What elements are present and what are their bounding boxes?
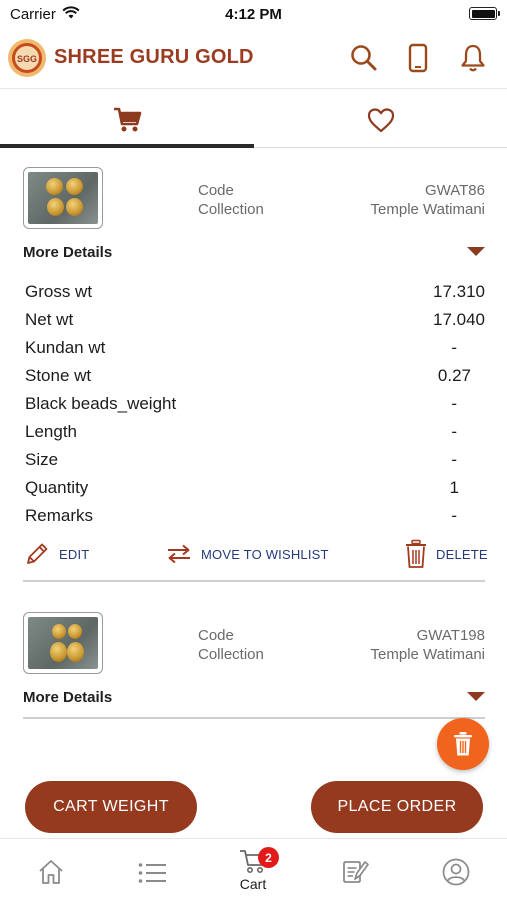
item-divider	[23, 717, 485, 719]
collection-value: Temple Watimani	[370, 201, 485, 218]
nav-cart-label: Cart	[239, 876, 267, 892]
pencil-icon	[27, 543, 48, 564]
detail-value: -	[451, 394, 457, 413]
chevron-down-icon[interactable]	[467, 247, 485, 256]
search-icon[interactable]	[348, 42, 380, 74]
place-order-button[interactable]: PLACE ORDER	[311, 781, 483, 833]
tab-cart[interactable]	[0, 89, 253, 151]
detail-value: 1	[449, 478, 459, 497]
home-icon	[39, 860, 63, 884]
more-details-toggle[interactable]: More Details	[23, 244, 112, 261]
cart-wishlist-tabs	[0, 88, 507, 150]
bottom-navigation: Cart 2	[0, 838, 507, 900]
detail-label: Length	[25, 422, 77, 441]
item-divider	[23, 580, 485, 582]
detail-row: Quantity 1	[25, 474, 485, 502]
code-value: GWAT86	[424, 182, 485, 199]
collection-label: Collection	[198, 201, 264, 218]
collection-value: Temple Watimani	[370, 646, 485, 663]
trash-icon	[406, 539, 426, 568]
detail-value: 17.310	[433, 282, 485, 301]
app-header: SGG SHREE GURU GOLD	[0, 32, 507, 88]
battery-icon	[469, 7, 500, 20]
move-to-wishlist-button[interactable]: MOVE TO WISHLIST	[165, 539, 329, 569]
chevron-down-icon[interactable]	[467, 692, 485, 701]
bell-icon[interactable]	[457, 42, 489, 74]
brand-name: SHREE GURU GOLD	[54, 46, 254, 68]
delete-all-fab[interactable]	[437, 718, 489, 770]
detail-label: Quantity	[25, 478, 89, 497]
move-to-wishlist-label: MOVE TO WISHLIST	[201, 546, 329, 562]
nav-profile[interactable]	[406, 845, 506, 897]
detail-value: 17.040	[433, 310, 485, 329]
cart-weight-button[interactable]: CART WEIGHT	[25, 781, 197, 833]
detail-value: -	[451, 450, 457, 469]
code-label: Code	[198, 627, 234, 644]
product-thumbnail[interactable]	[23, 167, 103, 229]
detail-row: Remarks -	[25, 502, 485, 530]
code-value: GWAT198	[416, 627, 485, 644]
collection-label: Collection	[198, 646, 264, 663]
detail-value: -	[451, 338, 457, 357]
detail-row: Net wt 17.040	[25, 306, 485, 334]
item-actions: EDIT MOVE TO WISHLIST DELETE	[23, 539, 488, 569]
detail-row: Black beads_weight -	[25, 390, 485, 418]
detail-label: Stone wt	[25, 366, 92, 385]
detail-label: Net wt	[25, 310, 74, 329]
cart-count-badge: 2	[258, 847, 279, 868]
product-image	[28, 172, 98, 224]
detail-value: -	[451, 422, 457, 441]
nav-cart[interactable]: Cart 2	[203, 845, 303, 897]
brand-logo[interactable]: SGG	[7, 38, 47, 78]
detail-label: Remarks	[25, 506, 94, 525]
profile-icon	[442, 858, 470, 886]
tab-wishlist[interactable]	[254, 89, 507, 151]
edit-button[interactable]: EDIT	[23, 539, 89, 569]
status-bar: Carrier 4:12 PM	[0, 0, 507, 30]
delete-button[interactable]: DELETE	[404, 539, 488, 569]
item-details: Gross wt 17.310 Net wt 17.040 Kundan wt …	[25, 278, 485, 530]
more-details-toggle[interactable]: More Details	[23, 689, 112, 706]
list-icon	[138, 863, 166, 883]
detail-label: Size	[25, 450, 59, 469]
detail-row: Kundan wt -	[25, 334, 485, 362]
detail-label: Gross wt	[25, 282, 93, 301]
product-thumbnail[interactable]	[23, 612, 103, 674]
nav-categories[interactable]	[102, 845, 202, 897]
delete-label: DELETE	[436, 546, 488, 562]
detail-row: Stone wt 0.27	[25, 362, 485, 390]
detail-row: Gross wt 17.310	[25, 278, 485, 306]
trash-icon	[454, 732, 472, 756]
clock: 4:12 PM	[225, 6, 282, 23]
detail-value: -	[451, 506, 457, 525]
nav-catalog[interactable]	[305, 845, 405, 897]
phone-icon[interactable]	[402, 42, 434, 74]
nav-home[interactable]	[1, 845, 101, 897]
detail-label: Black beads_weight	[25, 394, 177, 413]
catalog-icon	[343, 861, 369, 883]
cart-icon	[113, 107, 141, 132]
detail-label: Kundan wt	[25, 338, 106, 357]
product-image	[28, 617, 98, 669]
active-tab-indicator	[0, 144, 254, 148]
detail-row: Size -	[25, 446, 485, 474]
heart-icon	[367, 108, 394, 133]
detail-value: 0.27	[437, 366, 471, 385]
swap-arrows-icon	[168, 544, 190, 564]
logo-text: SGG	[17, 54, 37, 64]
code-label: Code	[198, 182, 234, 199]
detail-row: Length -	[25, 418, 485, 446]
edit-label: EDIT	[59, 546, 90, 562]
